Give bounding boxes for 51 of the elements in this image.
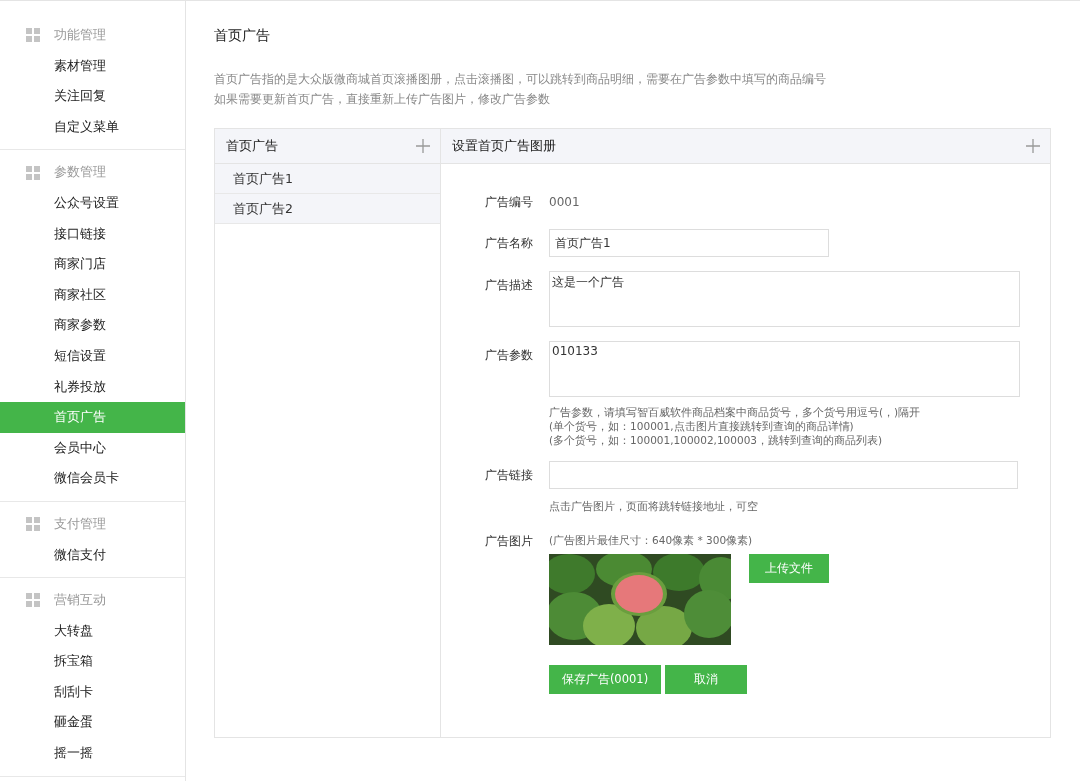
sidebar-item[interactable]: 商家参数 — [0, 310, 185, 341]
grid-icon — [26, 517, 40, 532]
grid-icon — [26, 165, 40, 180]
field-label: 广告参数 — [484, 347, 533, 364]
sidebar-item[interactable]: 接口链接 — [0, 218, 185, 250]
sidebar-item[interactable]: 大转盘 — [0, 615, 185, 647]
menu-group-title: 支付管理 — [54, 515, 106, 533]
ad-list-item[interactable]: 首页广告1 — [215, 164, 440, 194]
sidebar-item[interactable]: 短信设置 — [0, 340, 185, 372]
size-note: (广告图片最佳尺寸：640像素 * 300像素) — [549, 533, 754, 548]
input-field[interactable] — [549, 461, 1018, 489]
description-text: 如果需要更新首页广告，直接重新上传广告图片，修改广告参数 — [214, 91, 551, 108]
hint-text: (单个货号，如：100001,点击图片直接跳转到查询的商品详情) — [549, 419, 855, 433]
field-label: 广告链接 — [484, 467, 533, 484]
description-text: 首页广告指的是大众版微商城首页滚播图册，点击滚播图，可以跳转到商品明细，需要在广告参数中填写的商品编号 — [214, 71, 827, 88]
plus-icon[interactable] — [1026, 139, 1040, 153]
sidebar-item[interactable]: 关注回复 — [0, 81, 185, 112]
grid-icon — [26, 28, 40, 43]
menu-group-title: 参数管理 — [54, 164, 106, 182]
ad-number: 0001 — [549, 194, 580, 209]
sidebar-item[interactable]: 礼券投放 — [0, 371, 185, 403]
page-title: 首页广告 — [214, 27, 271, 45]
ad-list-item[interactable]: 首页广告2 — [215, 194, 440, 224]
sidebar-item[interactable]: 自定义菜单 — [0, 111, 185, 143]
text-area[interactable]: 010133 — [549, 341, 1020, 397]
field-label: 广告编号 — [484, 194, 533, 211]
menu-group-title: 功能管理 — [54, 26, 106, 44]
sidebar-item[interactable]: 商家门店 — [0, 249, 185, 280]
grid-icon — [26, 593, 40, 608]
field-label: 广告描述 — [484, 277, 533, 294]
input-field[interactable]: 首页广告1 — [549, 229, 829, 257]
sidebar-item[interactable]: 拆宝箱 — [0, 646, 185, 677]
plus-icon[interactable] — [416, 139, 430, 153]
text-area[interactable]: 这是一个广告 — [549, 271, 1020, 327]
sidebar-item[interactable]: 素材管理 — [0, 50, 185, 82]
sidebar-item[interactable]: 商家社区 — [0, 279, 185, 311]
menu-group-title: 营销互动 — [54, 591, 106, 609]
sidebar-item[interactable]: 砸金蛋 — [0, 707, 185, 739]
sidebar-item[interactable]: 刮刮卡 — [0, 676, 185, 708]
panel-title: 设置首页广告图册 — [452, 137, 556, 155]
field-label: 广告名称 — [484, 235, 533, 252]
sidebar-item[interactable]: 微信会员卡 — [0, 463, 185, 494]
hint-text: 点击广告图片，页面将跳转链接地址，可空 — [549, 499, 759, 513]
hint-text: 广告参数，请填写智百威软件商品档案中商品货号，多个货号用逗号(，)隔开 — [549, 405, 922, 419]
sidebar-item[interactable]: 摇一摇 — [0, 738, 185, 769]
field-label: 广告图片 — [484, 533, 533, 550]
hint-text: (多个货号，如：100001,100002,100003，跳转到查询的商品列表) — [549, 433, 884, 447]
sidebar-item[interactable]: 公众号设置 — [0, 187, 185, 219]
sidebar-item[interactable]: 微信支付 — [0, 539, 185, 571]
sidebar-item[interactable]: 会员中心 — [0, 432, 185, 464]
panel-title: 首页广告 — [226, 137, 278, 155]
